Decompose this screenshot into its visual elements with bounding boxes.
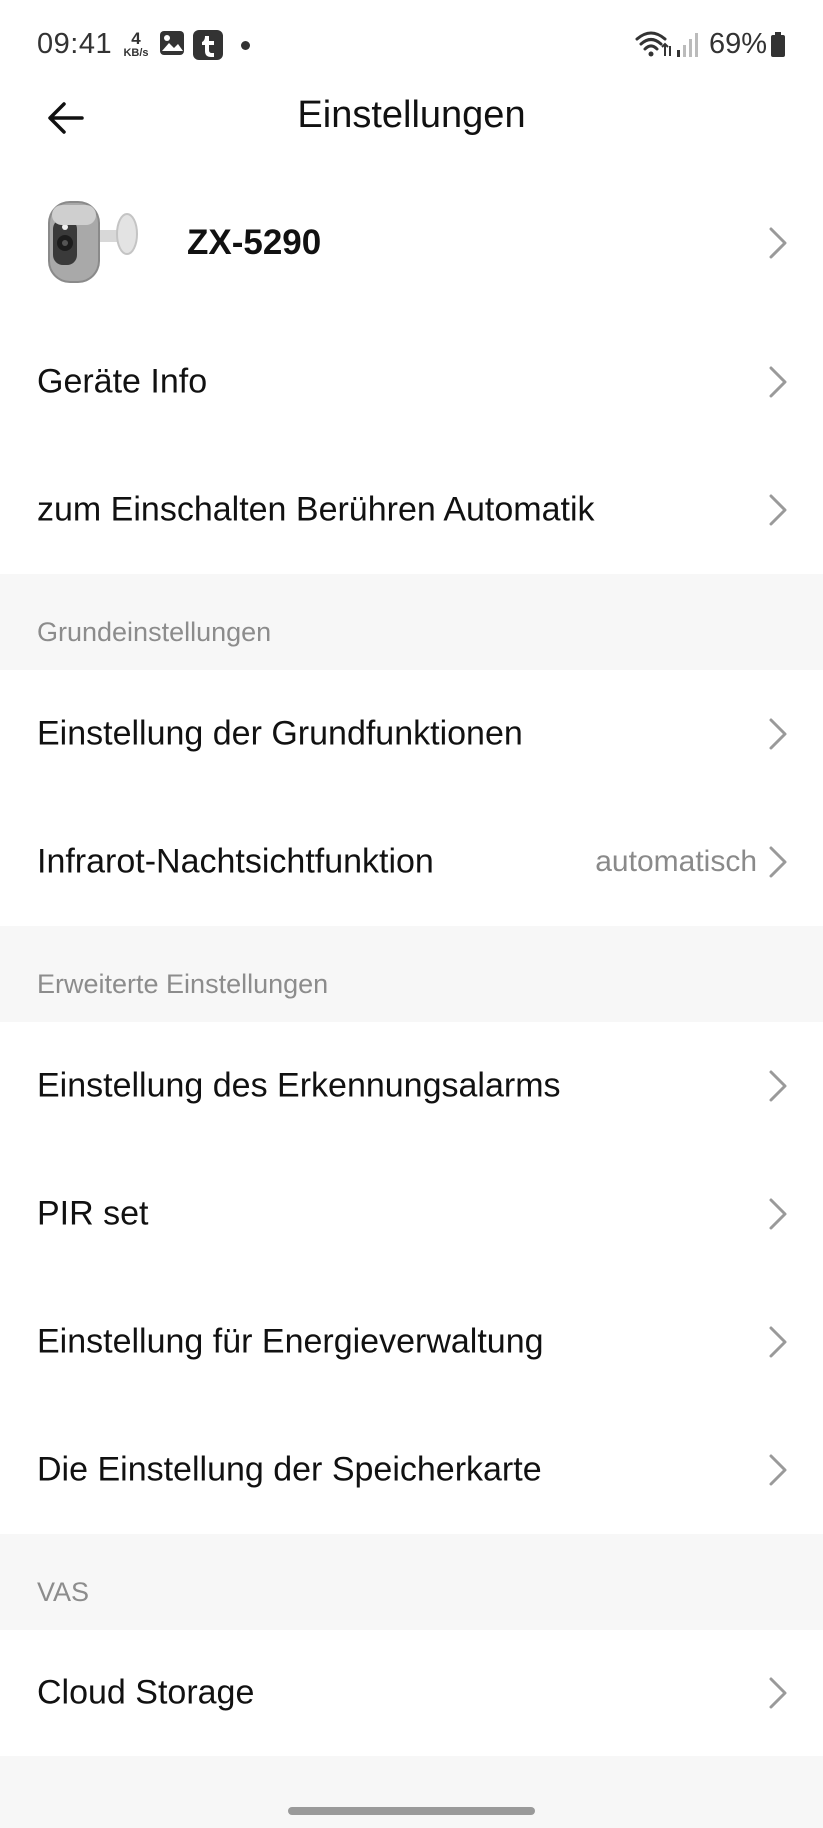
section-header-advanced: Erweiterte Einstellungen xyxy=(0,926,823,1022)
row-label: Cloud Storage xyxy=(37,1673,255,1712)
row-value: automatisch xyxy=(595,845,757,878)
home-indicator[interactable] xyxy=(288,1807,535,1815)
device-name: ZX-5290 xyxy=(187,223,322,262)
row-label: PIR set xyxy=(37,1194,149,1233)
row-power-management[interactable]: Einstellung für Energieverwaltung xyxy=(0,1278,823,1406)
chevron-right-icon xyxy=(769,1198,787,1230)
page-title: Einstellungen xyxy=(297,94,526,136)
row-night-vision[interactable]: Infrarot-Nachtsichtfunktion automatisch xyxy=(0,798,823,926)
chevron-right-icon xyxy=(769,1677,787,1709)
row-memory-card[interactable]: Die Einstellung der Speicherkarte xyxy=(0,1406,823,1534)
signal-icon xyxy=(676,32,700,63)
chevron-right-icon xyxy=(769,718,787,750)
status-time: 09:41 xyxy=(37,28,113,60)
section-header-basic: Grundeinstellungen xyxy=(0,574,823,670)
row-pir-set[interactable]: PIR set xyxy=(0,1150,823,1278)
row-label: Geräte Info xyxy=(37,362,208,401)
chevron-right-icon xyxy=(769,1454,787,1486)
tumblr-icon xyxy=(193,30,223,65)
section-header-vas: VAS xyxy=(0,1534,823,1630)
chevron-right-icon xyxy=(769,366,787,398)
row-label: Infrarot-Nachtsichtfunktion xyxy=(37,842,434,881)
settings-screen: 09:41 4 KB/s 69% Einstellungen ZX-5290 G… xyxy=(0,0,823,1828)
status-bar: 09:41 4 KB/s 69% xyxy=(0,0,823,92)
row-detection-alarm[interactable]: Einstellung des Erkennungsalarms xyxy=(0,1022,823,1150)
network-speed: 4 KB/s xyxy=(119,30,153,59)
chevron-right-icon xyxy=(769,1326,787,1358)
wifi-icon xyxy=(635,30,671,63)
section-title: VAS xyxy=(37,1577,90,1607)
notification-dot xyxy=(241,41,250,50)
row-basic-functions[interactable]: Einstellung der Grundfunktionen xyxy=(0,670,823,798)
chevron-right-icon xyxy=(769,1070,787,1102)
row-touch-power-on[interactable]: zum Einschalten Berühren Automatik xyxy=(0,446,823,574)
row-label: zum Einschalten Berühren Automatik xyxy=(37,490,595,529)
chevron-right-icon xyxy=(769,494,787,526)
chevron-right-icon xyxy=(769,227,787,259)
device-row[interactable]: ZX-5290 xyxy=(0,178,823,308)
bottom-background xyxy=(0,1756,823,1828)
section-title: Erweiterte Einstellungen xyxy=(37,969,329,999)
row-cloud-storage[interactable]: Cloud Storage xyxy=(0,1630,823,1756)
row-label: Einstellung des Erkennungsalarms xyxy=(37,1066,561,1105)
row-device-info[interactable]: Geräte Info xyxy=(0,318,823,446)
row-label: Einstellung der Grundfunktionen xyxy=(37,714,523,753)
camera-device-icon xyxy=(44,197,140,289)
battery-percent: 69% xyxy=(709,28,768,60)
chevron-right-icon xyxy=(769,846,787,878)
gallery-icon xyxy=(159,30,185,61)
section-title: Grundeinstellungen xyxy=(37,617,272,647)
network-speed-value: 4 xyxy=(131,29,141,48)
row-label: Einstellung für Energieverwaltung xyxy=(37,1322,544,1361)
network-speed-unit: KB/s xyxy=(123,47,149,59)
battery-icon xyxy=(770,32,786,63)
row-label: Die Einstellung der Speicherkarte xyxy=(37,1450,542,1489)
